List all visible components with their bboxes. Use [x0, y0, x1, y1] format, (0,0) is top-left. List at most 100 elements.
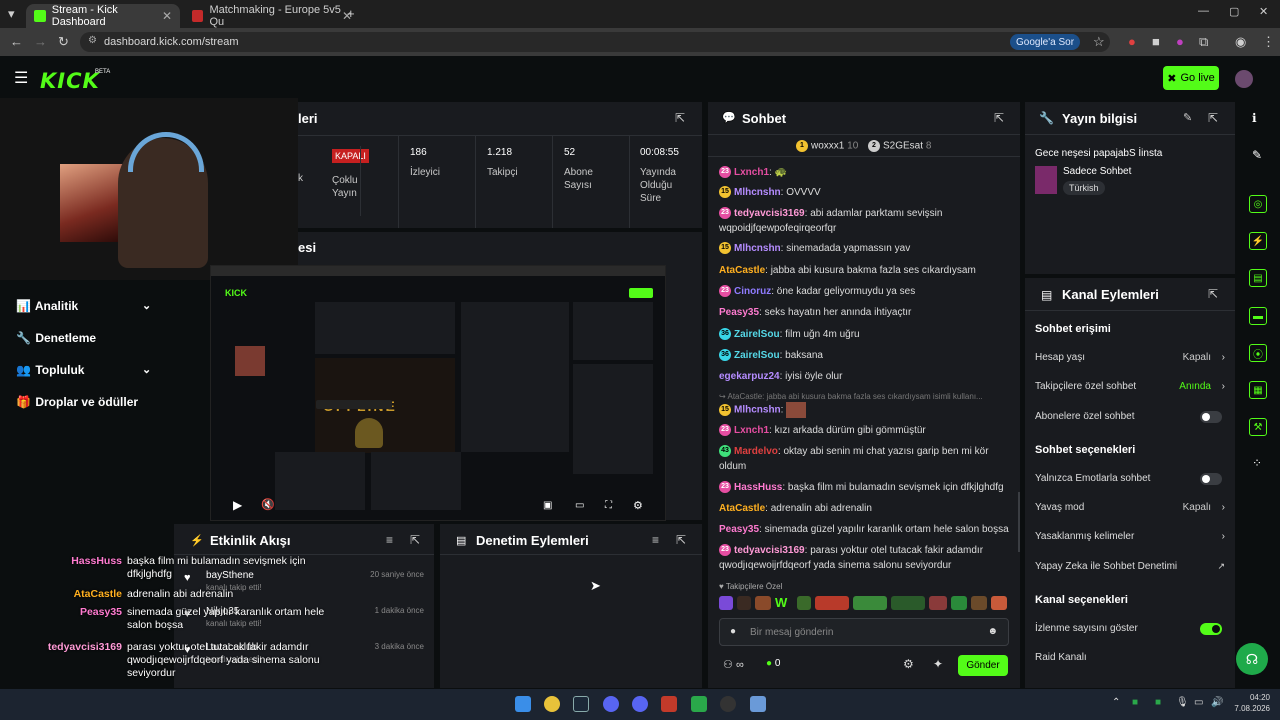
- chat-username[interactable]: Mlhcnshn: [734, 405, 781, 416]
- tray-nvidia-icon[interactable]: ■: [1132, 697, 1138, 708]
- chat-username[interactable]: Mlhcnshn: [734, 243, 781, 254]
- popout-icon[interactable]: ⇱: [1208, 287, 1218, 301]
- minimize-icon[interactable]: —: [1198, 5, 1209, 17]
- pip-icon[interactable]: ▣: [543, 500, 552, 511]
- emote-icon[interactable]: [891, 596, 925, 610]
- theater-icon[interactable]: ▭: [575, 500, 584, 511]
- emote-icon[interactable]: [929, 596, 947, 610]
- chat-message[interactable]: 15 Mlhcnshn:: [719, 402, 1009, 418]
- chat-username[interactable]: tedyavcisi3169: [734, 208, 805, 219]
- extensions-puzzle-icon[interactable]: ⧉: [1199, 34, 1208, 50]
- go-live-button[interactable]: ✖ Go live: [1163, 66, 1219, 90]
- info-icon[interactable]: ℹ: [1252, 111, 1257, 125]
- steam-icon[interactable]: [573, 696, 589, 712]
- nav-item-drops[interactable]: 🎁 Droplar ve ödüller: [16, 395, 138, 409]
- taskbar-clock[interactable]: 04:20 7.08.2026: [1228, 692, 1270, 714]
- chrome-icon[interactable]: [544, 696, 560, 712]
- channel-points[interactable]: ● 0: [766, 658, 780, 669]
- chat-message[interactable]: 15 Mlhcnshn: sinemadada yapmassın yav: [719, 241, 1009, 256]
- chat-message[interactable]: 36 ZairelSou: baksana: [719, 348, 1009, 363]
- chat-input[interactable]: ● Bir mesaj gönderin ☻: [719, 618, 1009, 646]
- emote-icon[interactable]: [737, 596, 751, 610]
- chat-username[interactable]: Mardelvo: [734, 446, 778, 457]
- broadcast-icon[interactable]: ⦿: [1249, 344, 1267, 362]
- settings-gear-icon[interactable]: ⚙: [633, 499, 643, 512]
- setting-banned-words[interactable]: Yasaklanmış kelimeler ›: [1035, 531, 1225, 542]
- chat-username[interactable]: Cinoruz: [734, 286, 771, 297]
- emoji-picker-icon[interactable]: ☻: [987, 626, 998, 637]
- stream-preview-video[interactable]: KICK OFFLINE ▶ 🔇 ▣ ▭ ⛶ ⚙: [210, 265, 666, 521]
- setting-slow-mode[interactable]: Yavaş mod Kapalı ›: [1035, 502, 1225, 513]
- setting-raid-channel[interactable]: Raid Kanalı: [1035, 652, 1225, 663]
- nav-item-moderation[interactable]: 🔧 Denetleme: [16, 331, 96, 345]
- discord-icon[interactable]: [603, 696, 619, 712]
- edit-icon[interactable]: ✎: [1252, 148, 1262, 162]
- filter-icon[interactable]: ≡: [652, 533, 659, 547]
- popout-icon[interactable]: ⇱: [994, 111, 1004, 125]
- emote-icon[interactable]: W: [775, 596, 793, 610]
- chat-icon[interactable]: ▬: [1249, 307, 1267, 325]
- hamburger-menu-icon[interactable]: ☰: [14, 68, 28, 88]
- settings-app-icon[interactable]: [750, 696, 766, 712]
- chat-username[interactable]: Peasy35: [719, 307, 759, 318]
- chat-message[interactable]: 43 Mardelvo: oktay abi senin mi chat yazı…: [719, 444, 1009, 474]
- chat-message[interactable]: 23 Lxnch1: 🐢: [719, 165, 1009, 180]
- popout-icon[interactable]: ⇱: [1208, 111, 1218, 125]
- chat-bot-icon[interactable]: ✦: [933, 657, 943, 671]
- google-ask-button[interactable]: Google'a Sor: [1010, 34, 1081, 50]
- volume-icon[interactable]: 🔊: [1211, 697, 1223, 708]
- camera-icon[interactable]: ◎: [1249, 195, 1267, 213]
- forward-icon[interactable]: →: [34, 34, 47, 49]
- url-bar[interactable]: ⚙ dashboard.kick.com/stream: [80, 32, 1110, 52]
- windows-start-icon[interactable]: [515, 696, 531, 712]
- reload-icon[interactable]: ↻: [58, 34, 69, 50]
- setting-ai-moderation[interactable]: Yapay Zeka ile Sohbet Denetimi ↗: [1035, 561, 1225, 572]
- microphone-icon[interactable]: 🎙: [1176, 697, 1189, 708]
- subscribers-only-toggle[interactable]: [1200, 411, 1222, 423]
- back-icon[interactable]: ←: [10, 34, 23, 49]
- chat-username[interactable]: AtaCastle: [719, 503, 765, 514]
- chat-username[interactable]: egekarpuz24: [719, 371, 780, 382]
- emote-icon[interactable]: [719, 596, 733, 610]
- emote-bar[interactable]: W: [719, 596, 1009, 612]
- setting-followers-only[interactable]: Takipçilere özel sohbet Anında ›: [1035, 381, 1225, 392]
- filter-icon[interactable]: ≡: [386, 533, 393, 547]
- chatters-count[interactable]: ⚇ ∞: [723, 658, 744, 671]
- show-viewcount-toggle[interactable]: [1200, 623, 1222, 635]
- tray-chevron-icon[interactable]: ⌃: [1112, 697, 1120, 708]
- tab-matchmaking[interactable]: Matchmaking - Europe 5v5 Qu ✕: [184, 4, 360, 28]
- xbox-icon[interactable]: [691, 696, 707, 712]
- setting-show-viewcount[interactable]: İzlenme sayısını göster: [1035, 623, 1225, 634]
- wrench-icon[interactable]: ⚒: [1249, 418, 1267, 436]
- play-icon[interactable]: ▶: [233, 498, 242, 512]
- chat-username[interactable]: AtaCastle: [719, 265, 765, 276]
- chat-message[interactable]: Peasy35: seks hayatın her anında ihtiyaç…: [719, 305, 1009, 320]
- layout-icon[interactable]: ▦: [1249, 381, 1267, 399]
- emote-icon[interactable]: [755, 596, 771, 610]
- network-icon[interactable]: ▭: [1194, 697, 1203, 708]
- chat-message[interactable]: 23 Lxnch1: kızı arkada dürüm gibi gömmüşt…: [719, 423, 1009, 438]
- chat-message[interactable]: AtaCastle: adrenalin abi adrenalin: [719, 501, 1009, 516]
- tab-kick-dashboard[interactable]: Stream - Kick Dashboard ✕: [26, 4, 180, 28]
- obs-icon[interactable]: [720, 696, 736, 712]
- emote-icon[interactable]: [853, 596, 887, 610]
- profile-icon[interactable]: ◉: [1235, 34, 1246, 50]
- chat-username[interactable]: Lxnch1: [734, 167, 769, 178]
- user-avatar[interactable]: [1235, 70, 1253, 88]
- emote-icon[interactable]: [991, 596, 1007, 610]
- emote-only-toggle[interactable]: [1200, 473, 1222, 485]
- nav-item-analytics[interactable]: 📊 Analitik ⌄: [16, 299, 151, 313]
- chat-message[interactable]: 15 Mlhcnshn: OVVVV: [719, 185, 1009, 200]
- popout-icon[interactable]: ⇱: [410, 533, 420, 547]
- chat-username[interactable]: Mlhcnshn: [734, 187, 781, 198]
- edit-pencil-icon[interactable]: ✎: [1183, 111, 1192, 124]
- chat-message[interactable]: 23 Cinoruz: öne kadar geliyormuydu ya ses: [719, 284, 1009, 299]
- chat-message[interactable]: 23 HassHuss: başka film mi bulamadın sevi…: [719, 480, 1009, 495]
- popout-icon[interactable]: ⇱: [675, 111, 685, 125]
- chat-message[interactable]: egekarpuz24: iyisi öyle olur: [719, 369, 1009, 384]
- category-name[interactable]: Sadece Sohbet: [1063, 166, 1131, 177]
- emote-icon[interactable]: [797, 596, 811, 610]
- chat-message[interactable]: 23 tedyavcisi3169: parası yoktur otel tut…: [719, 543, 1009, 573]
- extension-icon[interactable]: ■: [1152, 34, 1160, 49]
- chat-message[interactable]: 23 tedyavcisi3169: abi adamlar parktamı s…: [719, 206, 1009, 236]
